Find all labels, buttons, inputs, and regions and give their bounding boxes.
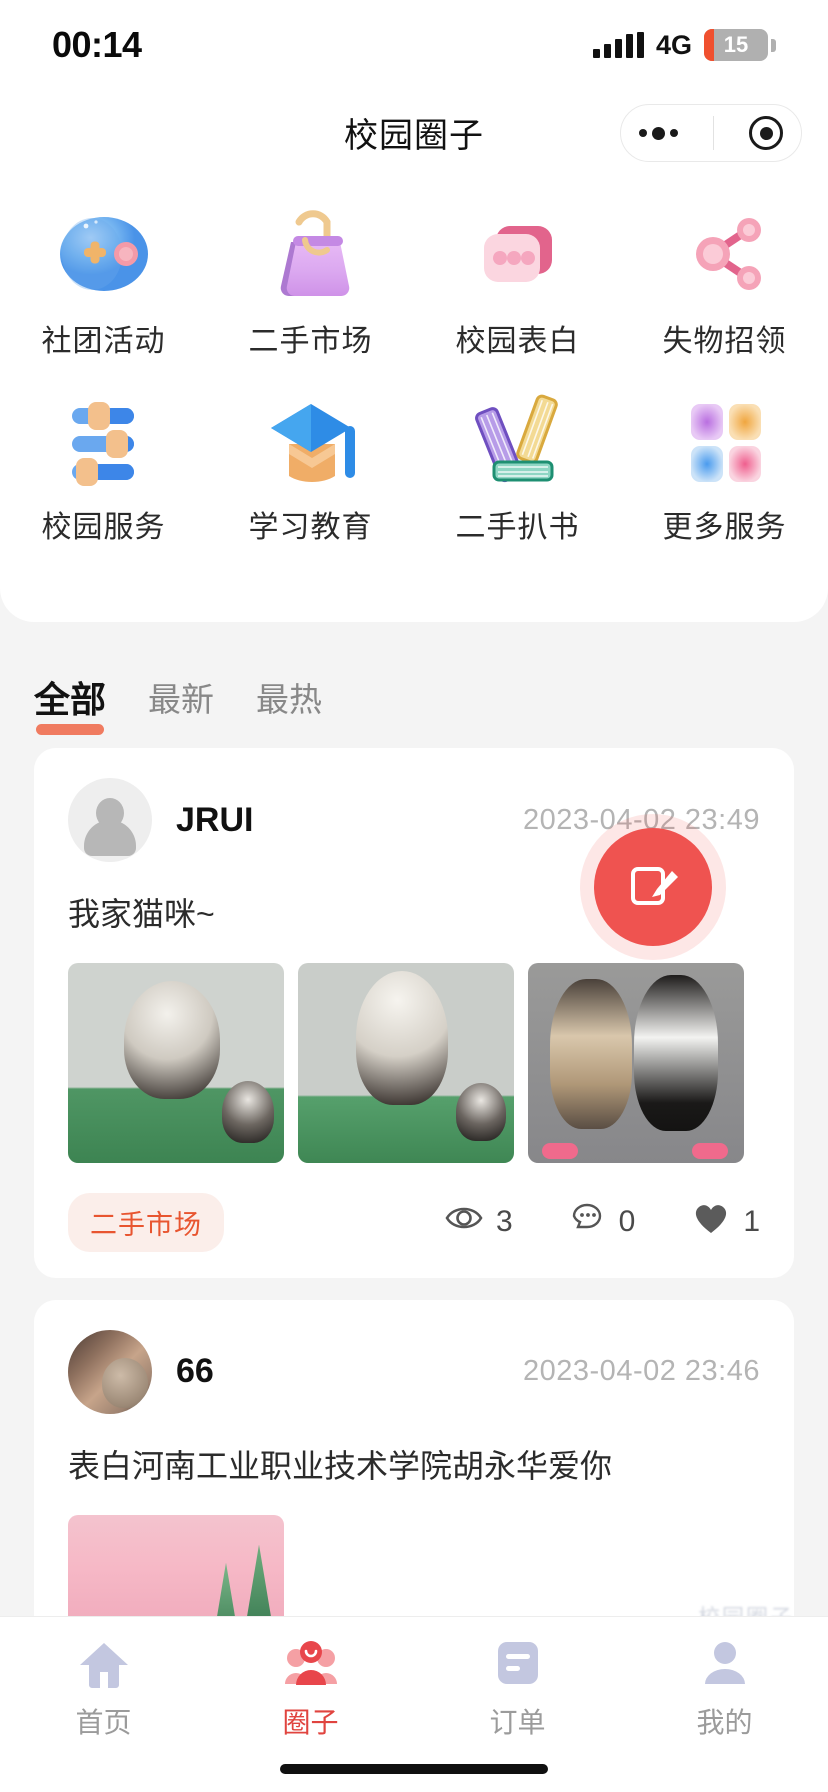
post-author-name: 66: [176, 1352, 214, 1391]
battery-icon: 15: [704, 29, 768, 61]
sliders-icon: [42, 382, 166, 492]
grid-item-study-education[interactable]: 学习教育: [207, 382, 414, 546]
filter-tab-hottest[interactable]: 最热: [256, 673, 322, 727]
active-tab-underline: [36, 724, 105, 735]
grid-item-lost-and-found[interactable]: 失物招领: [621, 196, 828, 360]
more-dots-icon[interactable]: [638, 126, 678, 140]
view-count-stat[interactable]: 3: [444, 1204, 513, 1240]
gamepad-icon: [42, 196, 166, 306]
post-image[interactable]: [68, 962, 284, 1163]
home-indicator: [280, 1764, 548, 1774]
grid-squares-icon: [663, 382, 787, 492]
status-clock: 00:14: [52, 24, 142, 65]
nav-bar: 校园圈子: [0, 90, 828, 174]
tabbar-label: 我的: [696, 1707, 753, 1738]
post-text: 表白河南工业职业技术学院胡永华爱你: [68, 1447, 613, 1484]
grid-row-2: 校园服务 学习教育 二手扒书 更多服务: [0, 382, 828, 546]
grid-item-label: 校园表白: [455, 325, 580, 358]
target-circle-icon[interactable]: [749, 116, 784, 150]
graduation-cap-icon: [249, 382, 373, 492]
grid-item-label: 学习教育: [248, 511, 373, 544]
capsule-divider: [712, 116, 714, 150]
status-bar: 00:14 4G 15: [0, 0, 828, 90]
post-image[interactable]: [298, 962, 514, 1163]
post-card[interactable]: 66 2023-04-02 23:46 表白河南工业职业技术学院胡永华爱你: [34, 1299, 794, 1648]
eye-icon: [444, 1204, 484, 1240]
grid-item-label: 校园服务: [41, 511, 166, 544]
compose-edit-icon: [627, 859, 679, 916]
service-grid-card: 社团活动 二手市场 校园表白 失物招领 校园服务 学习教育 二手扒书 更多服务: [0, 174, 828, 622]
home-icon: [76, 1635, 132, 1691]
person-icon: [697, 1635, 753, 1691]
post-image[interactable]: [528, 962, 744, 1163]
like-count: 1: [743, 1205, 760, 1239]
comment-count: 0: [618, 1205, 636, 1239]
tabbar-item-order[interactable]: 订单: [414, 1635, 621, 1741]
wechat-capsule[interactable]: [620, 104, 802, 162]
post-author-name: JRUI: [176, 800, 254, 839]
post-header: 66 2023-04-02 23:46: [68, 1329, 760, 1414]
grid-item-more-services[interactable]: 更多服务: [621, 382, 828, 546]
post-timestamp: 2023-04-02 23:46: [523, 1355, 760, 1388]
grid-item-label: 失物招领: [662, 325, 787, 358]
tabbar-item-mine[interactable]: 我的: [621, 1635, 828, 1741]
post-card[interactable]: JRUI 2023-04-02 23:49 我家猫咪~ 二手市场 3 0 1: [34, 748, 794, 1278]
filter-tabs: 全部 最新 最热: [0, 660, 828, 740]
handbag-icon: [249, 196, 373, 306]
share-network-icon: [663, 196, 787, 306]
post-image-gallery[interactable]: [68, 962, 760, 1163]
grid-item-campus-service[interactable]: 校园服务: [0, 382, 207, 546]
grid-item-second-hand-market[interactable]: 二手市场: [207, 196, 414, 360]
tabbar-item-circle[interactable]: 圈子: [207, 1635, 414, 1741]
app-screen: 00:14 4G 15 校园圈子 社团活动 二手市场 校园表白 失物招领 校园服…: [0, 0, 828, 1792]
grid-item-label: 二手市场: [248, 325, 373, 358]
grid-item-second-hand-books[interactable]: 二手扒书: [414, 382, 621, 546]
filter-tab-label: 全部: [34, 679, 107, 720]
view-count: 3: [495, 1205, 513, 1239]
filter-tab-newest[interactable]: 最新: [148, 673, 214, 727]
grid-item-club-activity[interactable]: 社团活动: [0, 196, 207, 360]
avatar[interactable]: [68, 1329, 152, 1414]
post-stats: 3 0 1: [444, 1200, 760, 1244]
grid-item-label: 更多服务: [662, 511, 787, 544]
avatar[interactable]: [68, 778, 152, 862]
grid-row-1: 社团活动 二手市场 校园表白 失物招领: [0, 196, 828, 360]
chat-bubble-icon: [456, 196, 580, 306]
status-indicators: 4G 15: [592, 29, 776, 61]
people-circle-icon: [283, 1635, 339, 1691]
comment-bubble-icon: [569, 1201, 607, 1243]
network-type-label: 4G: [655, 29, 692, 60]
comment-count-stat[interactable]: 0: [569, 1201, 636, 1243]
compose-post-button[interactable]: [594, 828, 712, 946]
page-title: 校园圈子: [344, 116, 484, 155]
filter-tab-all[interactable]: 全部: [34, 671, 107, 735]
books-icon: [456, 382, 580, 492]
grid-item-label: 社团活动: [41, 325, 166, 358]
grid-item-label: 二手扒书: [455, 511, 580, 544]
signal-bars-icon: [592, 32, 644, 58]
post-footer: 二手市场 3 0 1: [68, 1192, 760, 1252]
grid-item-campus-confession[interactable]: 校园表白: [414, 196, 621, 360]
battery-level-label: 15: [723, 32, 749, 57]
like-count-stat[interactable]: 1: [691, 1200, 760, 1244]
tabbar-label: 首页: [75, 1707, 132, 1738]
tabbar-item-home[interactable]: 首页: [0, 1635, 207, 1741]
heart-icon: [691, 1200, 731, 1244]
tabbar-label: 订单: [489, 1707, 546, 1738]
post-category-tag[interactable]: 二手市场: [68, 1192, 224, 1252]
order-list-icon: [490, 1635, 546, 1691]
tabbar-label: 圈子: [282, 1707, 339, 1738]
